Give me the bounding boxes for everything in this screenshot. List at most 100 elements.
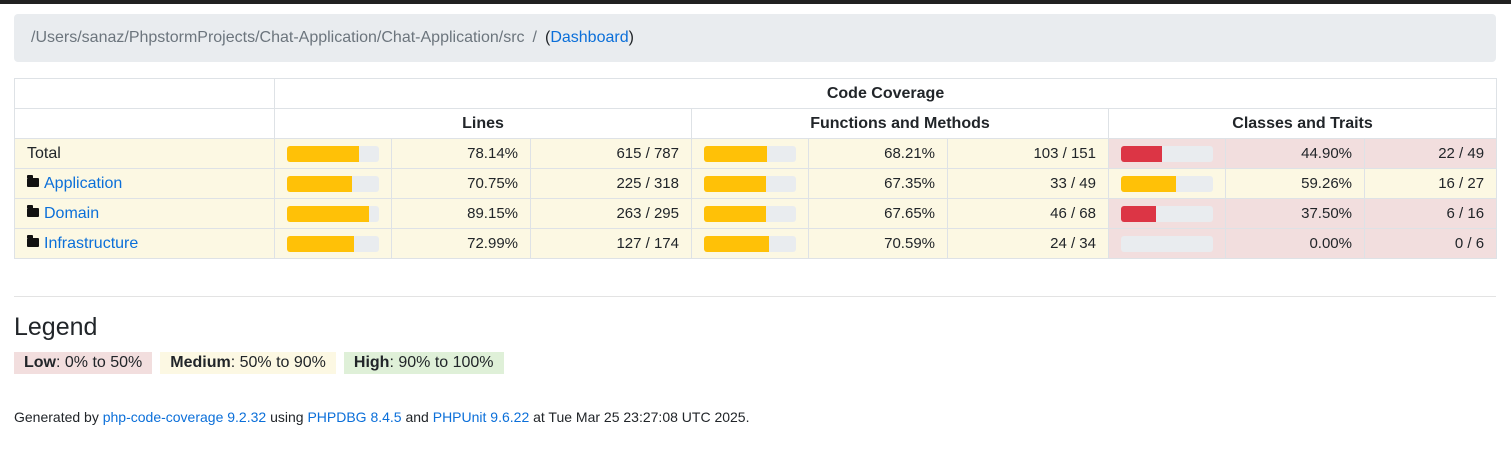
header-empty-cell bbox=[14, 108, 275, 139]
progress-bar-fill bbox=[1121, 145, 1163, 162]
legend-medium: Medium: 50% to 90% bbox=[160, 352, 336, 374]
directory-link[interactable]: Application bbox=[44, 175, 122, 192]
phpunit-link[interactable]: PHPUnit 9.6.22 bbox=[433, 409, 530, 425]
progress-bar bbox=[1121, 205, 1213, 222]
functions-bar-cell bbox=[691, 198, 809, 229]
legend-low-range: : 0% to 50% bbox=[56, 354, 143, 371]
functions-ratio: 46 / 68 bbox=[947, 198, 1109, 229]
row-name-cell: Infrastructure bbox=[14, 228, 275, 259]
footer-suffix: at Tue Mar 25 23:27:08 UTC 2025. bbox=[529, 409, 750, 425]
folder-icon bbox=[27, 204, 39, 217]
classes-ratio: 16 / 27 bbox=[1363, 168, 1498, 199]
footer-using: using bbox=[266, 409, 308, 425]
progress-bar bbox=[704, 175, 796, 192]
directory-link[interactable]: Domain bbox=[44, 205, 99, 222]
legend-high-range: : 90% to 100% bbox=[389, 354, 494, 371]
functions-header: Functions and Methods bbox=[691, 108, 1109, 139]
classes-percent: 37.50% bbox=[1225, 198, 1365, 229]
progress-bar-fill bbox=[287, 145, 359, 162]
lines-percent: 70.75% bbox=[391, 168, 531, 199]
breadcrumb: /Users/sanaz/PhpstormProjects/Chat-Appli… bbox=[14, 14, 1496, 62]
functions-bar-cell bbox=[691, 138, 809, 169]
progress-bar bbox=[287, 145, 379, 162]
progress-bar bbox=[704, 145, 796, 162]
row-name-cell: Domain bbox=[14, 198, 275, 229]
functions-percent: 70.59% bbox=[808, 228, 948, 259]
progress-bar bbox=[704, 235, 796, 252]
code-coverage-header: Code Coverage bbox=[273, 78, 1498, 109]
table-row: Total 78.14% 615 / 787 68.21% 103 / 151 44.90… bbox=[14, 138, 1498, 169]
progress-bar bbox=[704, 205, 796, 222]
progress-bar-fill bbox=[704, 235, 769, 252]
top-border bbox=[0, 0, 1511, 4]
functions-bar-cell bbox=[691, 168, 809, 199]
functions-percent: 67.65% bbox=[808, 198, 948, 229]
lines-header: Lines bbox=[274, 108, 692, 139]
progress-bar-fill bbox=[704, 175, 766, 192]
functions-percent: 67.35% bbox=[808, 168, 948, 199]
lines-percent: 78.14% bbox=[391, 138, 531, 169]
progress-bar-fill bbox=[1121, 205, 1156, 222]
progress-bar bbox=[1121, 235, 1213, 252]
functions-ratio: 24 / 34 bbox=[947, 228, 1109, 259]
classes-bar-cell bbox=[1108, 228, 1226, 259]
lines-ratio: 263 / 295 bbox=[530, 198, 692, 229]
progress-bar bbox=[287, 175, 379, 192]
progress-bar bbox=[1121, 175, 1213, 192]
classes-ratio: 22 / 49 bbox=[1363, 138, 1498, 169]
breadcrumb-separator: / bbox=[532, 29, 537, 46]
classes-bar-cell bbox=[1108, 138, 1226, 169]
legend-high: High: 90% to 100% bbox=[343, 352, 504, 374]
php-code-coverage-link[interactable]: php-code-coverage 9.2.32 bbox=[103, 409, 266, 425]
progress-bar bbox=[287, 235, 379, 252]
total-label: Total bbox=[27, 144, 61, 162]
divider bbox=[14, 296, 1496, 297]
dashboard-link[interactable]: Dashboard bbox=[550, 29, 628, 47]
breadcrumb-path: /Users/sanaz/PhpstormProjects/Chat-Appli… bbox=[31, 29, 525, 46]
progress-bar bbox=[1121, 145, 1213, 162]
lines-ratio: 127 / 174 bbox=[530, 228, 692, 259]
phpdbg-link[interactable]: PHPDBG 8.4.5 bbox=[307, 409, 401, 425]
lines-bar-cell bbox=[274, 198, 392, 229]
progress-bar-fill bbox=[704, 205, 767, 222]
breadcrumb-close-paren: ) bbox=[628, 29, 634, 46]
classes-percent: 59.26% bbox=[1225, 168, 1365, 199]
progress-bar-fill bbox=[1121, 175, 1176, 192]
folder-icon bbox=[27, 174, 39, 187]
progress-bar-fill bbox=[287, 205, 370, 222]
progress-bar-fill bbox=[287, 235, 355, 252]
footer-prefix: Generated by bbox=[14, 409, 103, 425]
lines-percent: 89.15% bbox=[391, 198, 531, 229]
directory-link[interactable]: Infrastructure bbox=[44, 235, 138, 252]
progress-bar bbox=[287, 205, 379, 222]
legend-medium-range: : 50% to 90% bbox=[230, 354, 326, 371]
footer: Generated by php-code-coverage 9.2.32 us… bbox=[14, 409, 749, 425]
legend-low: Low: 0% to 50% bbox=[14, 352, 153, 374]
coverage-table: Code Coverage Lines Functions and Method… bbox=[14, 78, 1498, 259]
classes-bar-cell bbox=[1108, 198, 1226, 229]
classes-percent: 44.90% bbox=[1225, 138, 1365, 169]
legend-high-label: High bbox=[353, 354, 390, 371]
header-row-group: Code Coverage bbox=[14, 78, 1498, 109]
row-name-cell: Application bbox=[14, 168, 275, 199]
progress-bar-fill bbox=[287, 175, 353, 192]
functions-percent: 68.21% bbox=[808, 138, 948, 169]
header-row-columns: Lines Functions and Methods Classes and … bbox=[14, 108, 1498, 139]
footer-and: and bbox=[401, 409, 433, 425]
functions-bar-cell bbox=[691, 228, 809, 259]
lines-percent: 72.99% bbox=[391, 228, 531, 259]
classes-ratio: 0 / 6 bbox=[1363, 228, 1498, 259]
classes-percent: 0.00% bbox=[1225, 228, 1365, 259]
classes-ratio: 6 / 16 bbox=[1363, 198, 1498, 229]
legend: Low: 0% to 50% Medium: 50% to 90% High: … bbox=[14, 352, 504, 374]
lines-bar-cell bbox=[274, 138, 392, 169]
functions-ratio: 103 / 151 bbox=[947, 138, 1109, 169]
lines-ratio: 225 / 318 bbox=[530, 168, 692, 199]
lines-bar-cell bbox=[274, 228, 392, 259]
lines-ratio: 615 / 787 bbox=[530, 138, 692, 169]
table-row: Application 70.75% 225 / 318 67.35% 33 / 49 5… bbox=[14, 168, 1498, 199]
legend-low-label: Low bbox=[24, 354, 56, 371]
classes-bar-cell bbox=[1108, 168, 1226, 199]
legend-title: Legend bbox=[14, 313, 98, 341]
lines-bar-cell bbox=[274, 168, 392, 199]
